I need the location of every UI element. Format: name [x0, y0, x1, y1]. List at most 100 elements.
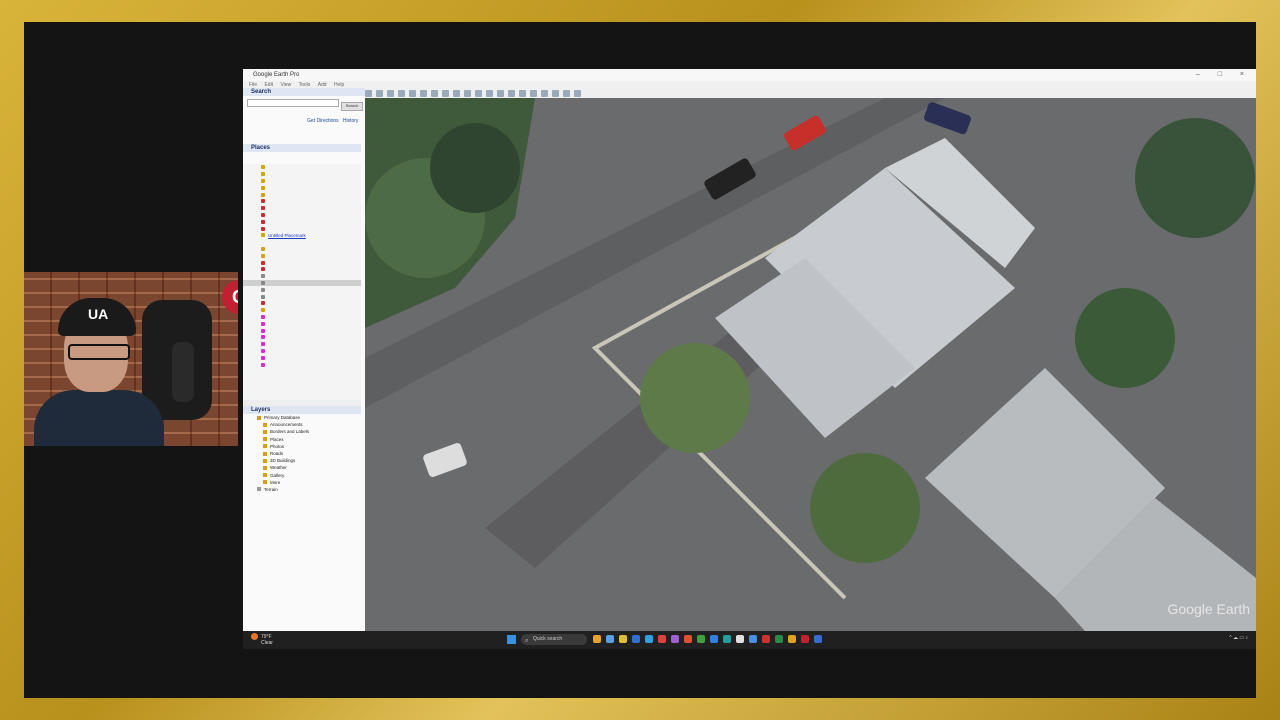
toolbar-button[interactable]	[442, 89, 449, 97]
list-item[interactable]	[243, 307, 361, 314]
list-item-selected[interactable]	[243, 279, 361, 287]
list-item[interactable]	[243, 266, 361, 273]
layer-icon	[263, 437, 267, 442]
app-icon[interactable]	[658, 635, 666, 643]
list-item[interactable]	[243, 361, 361, 368]
toolbar-button[interactable]	[508, 89, 515, 97]
toolbar-button[interactable]	[486, 89, 493, 97]
layer-item[interactable]: 3D Buildings	[243, 457, 361, 464]
list-item[interactable]	[243, 327, 361, 334]
path-icon	[261, 362, 265, 367]
list-item[interactable]	[243, 164, 361, 171]
app-icon[interactable]	[632, 635, 640, 643]
list-item[interactable]	[243, 334, 361, 341]
app-icon[interactable]	[801, 635, 809, 643]
toolbar-button[interactable]	[431, 89, 438, 97]
toolbar-button[interactable]	[409, 89, 416, 97]
toolbar-button[interactable]	[563, 89, 570, 97]
toolbar-button[interactable]	[398, 89, 405, 97]
list-item[interactable]	[243, 348, 361, 355]
app-icon[interactable]	[684, 635, 692, 643]
list-item[interactable]	[243, 354, 361, 361]
toolbar-button[interactable]	[453, 89, 460, 97]
toolbar-button[interactable]	[574, 89, 581, 97]
layer-item[interactable]: Weather	[243, 464, 361, 471]
toolbar-button[interactable]	[530, 89, 537, 97]
list-item[interactable]	[243, 273, 361, 280]
toolbar-button[interactable]	[376, 89, 383, 97]
list-item[interactable]	[243, 178, 361, 185]
layer-item[interactable]: Terrain	[243, 486, 361, 493]
layer-item[interactable]: Gallery	[243, 472, 361, 479]
system-tray[interactable]: ^ ☁ ▭ ♪	[1229, 635, 1248, 641]
app-icon[interactable]	[814, 635, 822, 643]
windows-start-icon[interactable]	[507, 635, 516, 644]
history-link[interactable]: History	[343, 118, 359, 124]
app-icon[interactable]	[762, 635, 770, 643]
places-header[interactable]: Places	[243, 144, 361, 152]
places-list[interactable]: Untitled Placemark	[243, 164, 361, 400]
placemark-link[interactable]: Untitled Placemark	[268, 233, 306, 238]
layers-list[interactable]: Primary Database Announcements Borders a…	[243, 414, 361, 493]
search-button[interactable]: Search	[341, 102, 363, 111]
list-item[interactable]	[243, 218, 361, 225]
layer-item[interactable]: Announcements	[243, 421, 361, 428]
window-controls[interactable]: – □ ×	[1196, 69, 1252, 81]
layer-item[interactable]: Places	[243, 436, 361, 443]
app-icon[interactable]	[593, 635, 601, 643]
app-icon[interactable]	[671, 635, 679, 643]
list-item[interactable]	[243, 191, 361, 198]
layer-item[interactable]: Photos	[243, 443, 361, 450]
search-header[interactable]: Search	[243, 88, 365, 96]
search-input[interactable]	[247, 99, 339, 107]
layer-item[interactable]: More	[243, 479, 361, 486]
app-icon[interactable]	[749, 635, 757, 643]
taskbar-search[interactable]: ⌕ Quick search	[521, 634, 587, 645]
folder-icon	[261, 253, 265, 258]
toolbar-button[interactable]	[519, 89, 526, 97]
list-item[interactable]	[243, 246, 361, 253]
app-icon[interactable]	[710, 635, 718, 643]
layer-item[interactable]: Borders and Labels	[243, 428, 361, 435]
app-icon[interactable]	[788, 635, 796, 643]
layer-item[interactable]: Roads	[243, 450, 361, 457]
list-item[interactable]	[243, 259, 361, 266]
list-item-untitled-placemark[interactable]: Untitled Placemark	[243, 232, 361, 239]
list-item[interactable]	[243, 205, 361, 212]
list-item[interactable]	[243, 320, 361, 327]
list-item[interactable]	[243, 314, 361, 321]
weather-widget[interactable]: 79°F Clear	[251, 633, 273, 646]
taskbar-apps	[593, 635, 822, 643]
list-item[interactable]	[243, 300, 361, 307]
list-item[interactable]	[243, 184, 361, 191]
toolbar-button[interactable]	[552, 89, 559, 97]
list-item[interactable]	[243, 171, 361, 178]
toolbar-button[interactable]	[497, 89, 504, 97]
list-item[interactable]	[243, 286, 361, 293]
app-icon[interactable]	[723, 635, 731, 643]
toolbar-button[interactable]	[420, 89, 427, 97]
toolbar-button[interactable]	[475, 89, 482, 97]
map-view[interactable]: Google Earth	[365, 98, 1256, 631]
get-directions-link[interactable]: Get Directions	[307, 118, 339, 124]
app-icon[interactable]	[775, 635, 783, 643]
list-item[interactable]	[243, 252, 361, 259]
layers-header[interactable]: Layers	[243, 406, 361, 414]
list-item[interactable]	[243, 239, 361, 246]
app-icon[interactable]	[736, 635, 744, 643]
toolbar-button[interactable]	[541, 89, 548, 97]
list-item[interactable]	[243, 225, 361, 232]
list-item[interactable]	[243, 341, 361, 348]
list-item[interactable]	[243, 212, 361, 219]
list-item[interactable]	[243, 293, 361, 300]
folder-icon[interactable]	[619, 635, 627, 643]
app-icon[interactable]	[645, 635, 653, 643]
marker-icon	[261, 260, 265, 265]
toolbar-button[interactable]	[464, 89, 471, 97]
toolbar-button[interactable]	[387, 89, 394, 97]
layer-item[interactable]: Primary Database	[243, 414, 361, 421]
app-icon[interactable]	[606, 635, 614, 643]
list-item[interactable]	[243, 198, 361, 205]
toolbar-button[interactable]	[365, 89, 372, 97]
app-icon[interactable]	[697, 635, 705, 643]
